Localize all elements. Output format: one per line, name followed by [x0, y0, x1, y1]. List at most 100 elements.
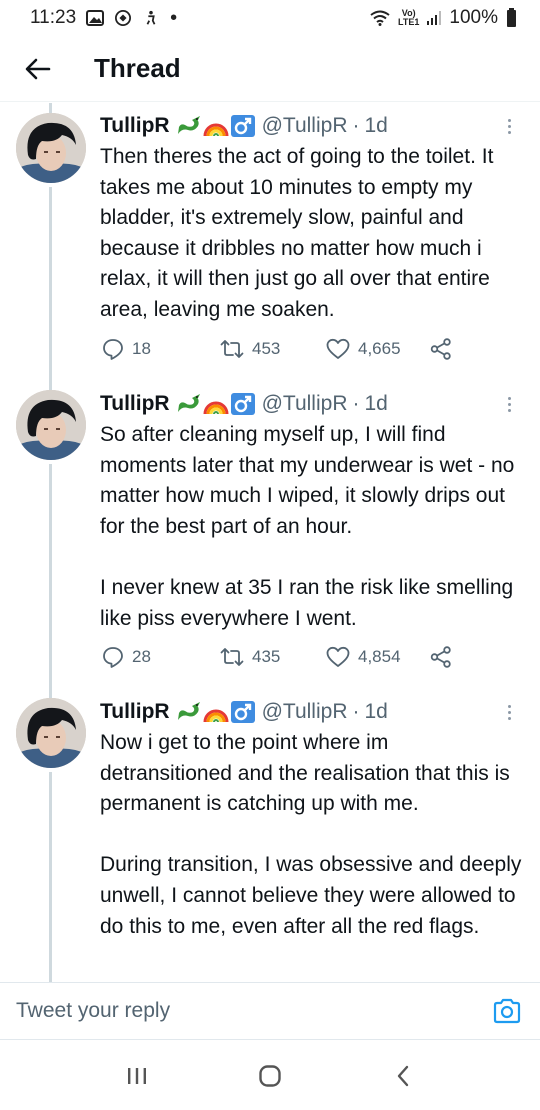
- rainbow-emoji-icon: [203, 401, 229, 415]
- signal-icon: [427, 11, 442, 25]
- share-icon: [430, 646, 451, 668]
- tweet-actions: 28 435 4,854: [100, 642, 460, 672]
- thread-connector-line: [49, 772, 52, 983]
- thread-connector-line: [49, 380, 52, 390]
- more-options-button[interactable]: [500, 113, 518, 139]
- camera-icon: [493, 998, 521, 1024]
- timestamp[interactable]: 1d: [364, 700, 387, 724]
- tweet-reply-input[interactable]: [16, 999, 456, 1023]
- more-options-button[interactable]: [500, 391, 518, 417]
- tweet[interactable]: TullipR @TullipR · 1d Now i get to the p…: [0, 688, 540, 983]
- separator-dot: ·: [352, 700, 360, 723]
- back-button[interactable]: [18, 49, 58, 89]
- gallery-notification-icon: [86, 10, 105, 26]
- display-name[interactable]: TullipR: [100, 392, 170, 416]
- home-button[interactable]: [240, 1051, 300, 1101]
- share-icon: [430, 338, 451, 360]
- reply-button[interactable]: 28: [102, 646, 182, 668]
- tweet-header: TullipR @TullipR · 1d: [100, 389, 520, 419]
- reply-bar: [0, 982, 540, 1040]
- share-button[interactable]: [430, 338, 452, 360]
- like-button[interactable]: 4,854: [326, 646, 430, 668]
- system-back-button[interactable]: [373, 1051, 433, 1101]
- back-arrow-icon: [25, 58, 51, 79]
- timestamp[interactable]: 1d: [364, 114, 387, 138]
- system-nav-bar: [0, 1041, 540, 1110]
- more-notifications-dot: •: [170, 6, 178, 29]
- handle[interactable]: @TullipR: [262, 700, 348, 724]
- like-button[interactable]: 4,665: [326, 338, 430, 360]
- retweet-button[interactable]: 453: [220, 339, 326, 359]
- avatar-image: [16, 113, 86, 183]
- reply-button[interactable]: 18: [102, 338, 182, 360]
- tweet[interactable]: TullipR @TullipR · 1d So after cleaning …: [0, 380, 540, 688]
- reply-count: 28: [132, 647, 151, 666]
- name-emojis: [176, 392, 256, 416]
- tweet-text: So after cleaning myself up, I will find…: [100, 423, 515, 630]
- battery-percent: 100%: [449, 7, 498, 28]
- name-emojis: [176, 114, 256, 138]
- accessibility-notification-icon: [146, 10, 156, 25]
- male-sign-emoji-icon: [230, 701, 255, 723]
- dragon-emoji-icon: [177, 394, 200, 412]
- dragon-emoji-icon: [177, 116, 200, 134]
- retweet-count: 435: [252, 647, 281, 666]
- camera-button[interactable]: [492, 996, 522, 1026]
- battery-icon: [507, 7, 516, 27]
- retweet-icon: [220, 648, 244, 666]
- handle[interactable]: @TullipR: [262, 114, 348, 138]
- reply-count: 18: [132, 339, 151, 358]
- tweet-header: TullipR @TullipR · 1d: [100, 697, 520, 727]
- dragon-emoji-icon: [177, 702, 200, 720]
- network-type-label: Vo) LTE1: [398, 8, 420, 27]
- rainbow-emoji-icon: [203, 123, 229, 137]
- thread-connector-line: [49, 688, 52, 698]
- display-name[interactable]: TullipR: [100, 700, 170, 724]
- male-sign-emoji-icon: [230, 115, 255, 137]
- app-notification-icon: [115, 10, 132, 26]
- like-count: 4,665: [358, 339, 401, 358]
- status-time: 11:23: [30, 7, 77, 28]
- retweet-icon: [220, 340, 244, 358]
- status-left: 11:23 •: [30, 7, 177, 30]
- page-title: Thread: [94, 53, 181, 83]
- tweet-text: Now i get to the point where im detransi…: [100, 731, 522, 938]
- display-name[interactable]: TullipR: [100, 114, 170, 138]
- tweet-header: TullipR @TullipR · 1d: [100, 111, 520, 141]
- more-options-button[interactable]: [500, 699, 518, 725]
- heart-icon: [326, 338, 350, 359]
- like-count: 4,854: [358, 647, 401, 666]
- reply-icon: [103, 647, 123, 668]
- rainbow-emoji-icon: [203, 709, 229, 723]
- recent-apps-icon: [127, 1067, 146, 1084]
- avatar-image: [16, 390, 86, 460]
- status-right: Vo) LTE1 100%: [369, 7, 516, 29]
- wifi-icon: [370, 10, 390, 26]
- handle[interactable]: @TullipR: [262, 392, 348, 416]
- tweet[interactable]: TullipR @TullipR · 1d Then theres the ac…: [0, 103, 540, 380]
- retweet-count: 453: [252, 339, 281, 358]
- avatar[interactable]: [16, 698, 86, 768]
- tweet-actions: 18 453 4,665: [100, 334, 460, 364]
- reply-icon: [103, 339, 123, 360]
- tweet-text: Then theres the act of going to the toil…: [100, 145, 500, 321]
- avatar[interactable]: [16, 390, 86, 460]
- thread-connector-line: [49, 187, 52, 380]
- thread-list[interactable]: TullipR @TullipR · 1d Then theres the ac…: [0, 103, 540, 983]
- share-button[interactable]: [430, 646, 452, 668]
- recent-apps-button[interactable]: [107, 1051, 167, 1101]
- name-emojis: [176, 700, 256, 724]
- avatar[interactable]: [16, 113, 86, 183]
- timestamp[interactable]: 1d: [364, 392, 387, 416]
- male-sign-emoji-icon: [230, 393, 255, 415]
- separator-dot: ·: [352, 392, 360, 415]
- heart-icon: [326, 646, 350, 667]
- separator-dot: ·: [352, 114, 360, 137]
- status-bar: 11:23 • Vo) LTE1 100%: [0, 0, 540, 36]
- retweet-button[interactable]: 435: [220, 647, 326, 667]
- chevron-left-icon: [398, 1065, 409, 1086]
- thread-connector-line: [49, 103, 52, 113]
- thread-connector-line: [49, 464, 52, 688]
- avatar-image: [16, 698, 86, 768]
- home-icon: [259, 1064, 281, 1087]
